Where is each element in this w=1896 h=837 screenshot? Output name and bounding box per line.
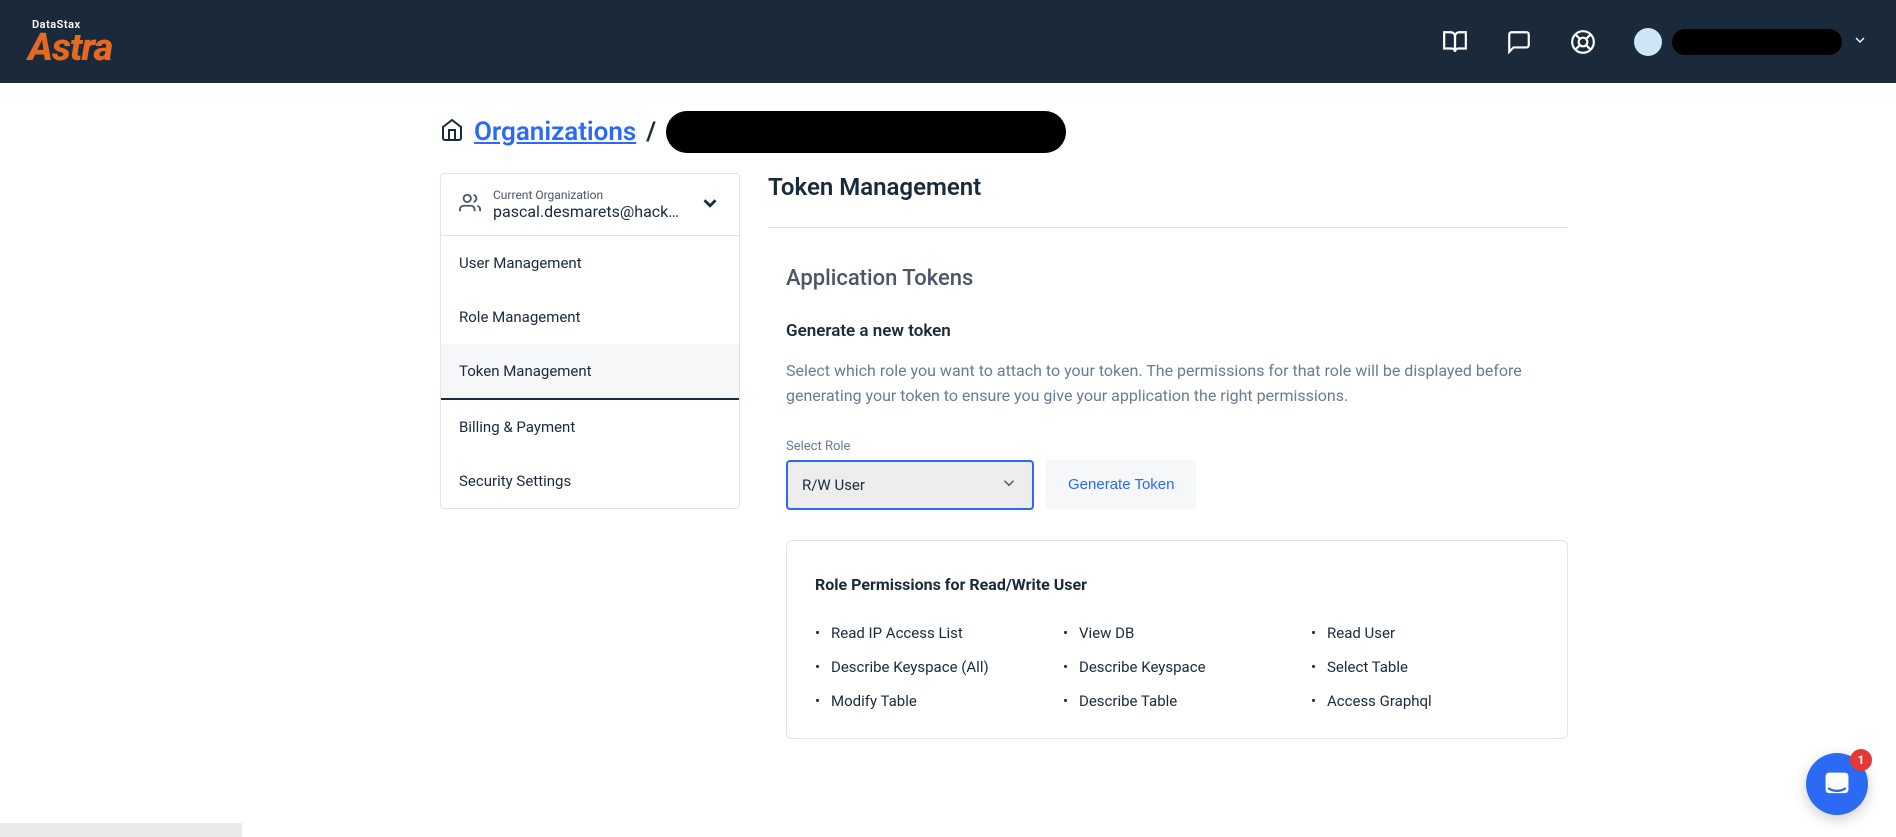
org-switcher[interactable]: Current Organization pascal.desmarets@ha… [441, 174, 739, 236]
redacted-username [1672, 29, 1842, 55]
chevron-down-icon [1000, 474, 1018, 496]
permissions-column-2: View DB Describe Keyspace Describe Table [1063, 616, 1291, 718]
user-menu[interactable] [1634, 28, 1868, 56]
sidebar-item-token-management[interactable]: Token Management [441, 344, 739, 400]
permissions-column-1: Read IP Access List Describe Keyspace (A… [815, 616, 1043, 718]
permissions-column-3: Read User Select Table Access Graphql [1311, 616, 1539, 718]
breadcrumb: Organizations / [288, 111, 1608, 153]
select-role-label: Select Role [768, 439, 1568, 454]
generate-token-button[interactable]: Generate Token [1046, 460, 1196, 510]
permission-item: Read User [1311, 616, 1539, 650]
org-switcher-value: pascal.desmarets@hack… [493, 202, 687, 221]
status-bar-placeholder [0, 823, 242, 837]
breadcrumb-separator: / [646, 117, 656, 147]
chevron-down-icon [1852, 32, 1868, 52]
role-select[interactable]: R/W User [786, 460, 1034, 510]
permission-item: Describe Keyspace [1063, 650, 1291, 684]
intercom-chat-button[interactable]: 1 [1806, 753, 1868, 815]
home-icon[interactable] [440, 118, 464, 146]
sidebar-item-billing-payment[interactable]: Billing & Payment [441, 400, 739, 454]
header-actions [1442, 28, 1868, 56]
page-title: Token Management [768, 173, 1568, 228]
sidebar-item-security-settings[interactable]: Security Settings [441, 454, 739, 508]
chevron-down-icon [699, 192, 721, 218]
docs-icon[interactable] [1442, 29, 1468, 55]
people-icon [459, 192, 481, 218]
generate-token-heading: Generate a new token [768, 321, 1568, 341]
permission-item: Describe Table [1063, 684, 1291, 718]
main-content: Token Management Application Tokens Gene… [768, 173, 1568, 739]
permission-item: Select Table [1311, 650, 1539, 684]
generate-token-description: Select which role you want to attach to … [768, 359, 1568, 409]
permissions-title: Role Permissions for Read/Write User [815, 575, 1539, 594]
sidebar-item-role-management[interactable]: Role Management [441, 290, 739, 344]
permission-item: Access Graphql [1311, 684, 1539, 718]
breadcrumb-organizations-link[interactable]: Organizations [474, 117, 636, 147]
permission-item: Modify Table [815, 684, 1043, 718]
permissions-panel: Role Permissions for Read/Write User Rea… [786, 540, 1568, 739]
org-switcher-label: Current Organization [493, 188, 687, 202]
chat-badge: 1 [1850, 749, 1872, 771]
sidebar-item-user-management[interactable]: User Management [441, 236, 739, 290]
section-title: Application Tokens [768, 266, 1568, 291]
permission-item: Describe Keyspace (All) [815, 650, 1043, 684]
support-icon[interactable] [1570, 29, 1596, 55]
redacted-org-name [666, 111, 1066, 153]
brand-name: Astra [28, 31, 112, 65]
role-select-value: R/W User [802, 476, 865, 494]
permission-item: View DB [1063, 616, 1291, 650]
chat-icon[interactable] [1506, 29, 1532, 55]
avatar [1634, 28, 1662, 56]
brand-logo[interactable]: DataStax Astra [28, 18, 112, 65]
permission-item: Read IP Access List [815, 616, 1043, 650]
settings-sidebar: Current Organization pascal.desmarets@ha… [440, 173, 740, 509]
top-header: DataStax Astra [0, 0, 1896, 83]
